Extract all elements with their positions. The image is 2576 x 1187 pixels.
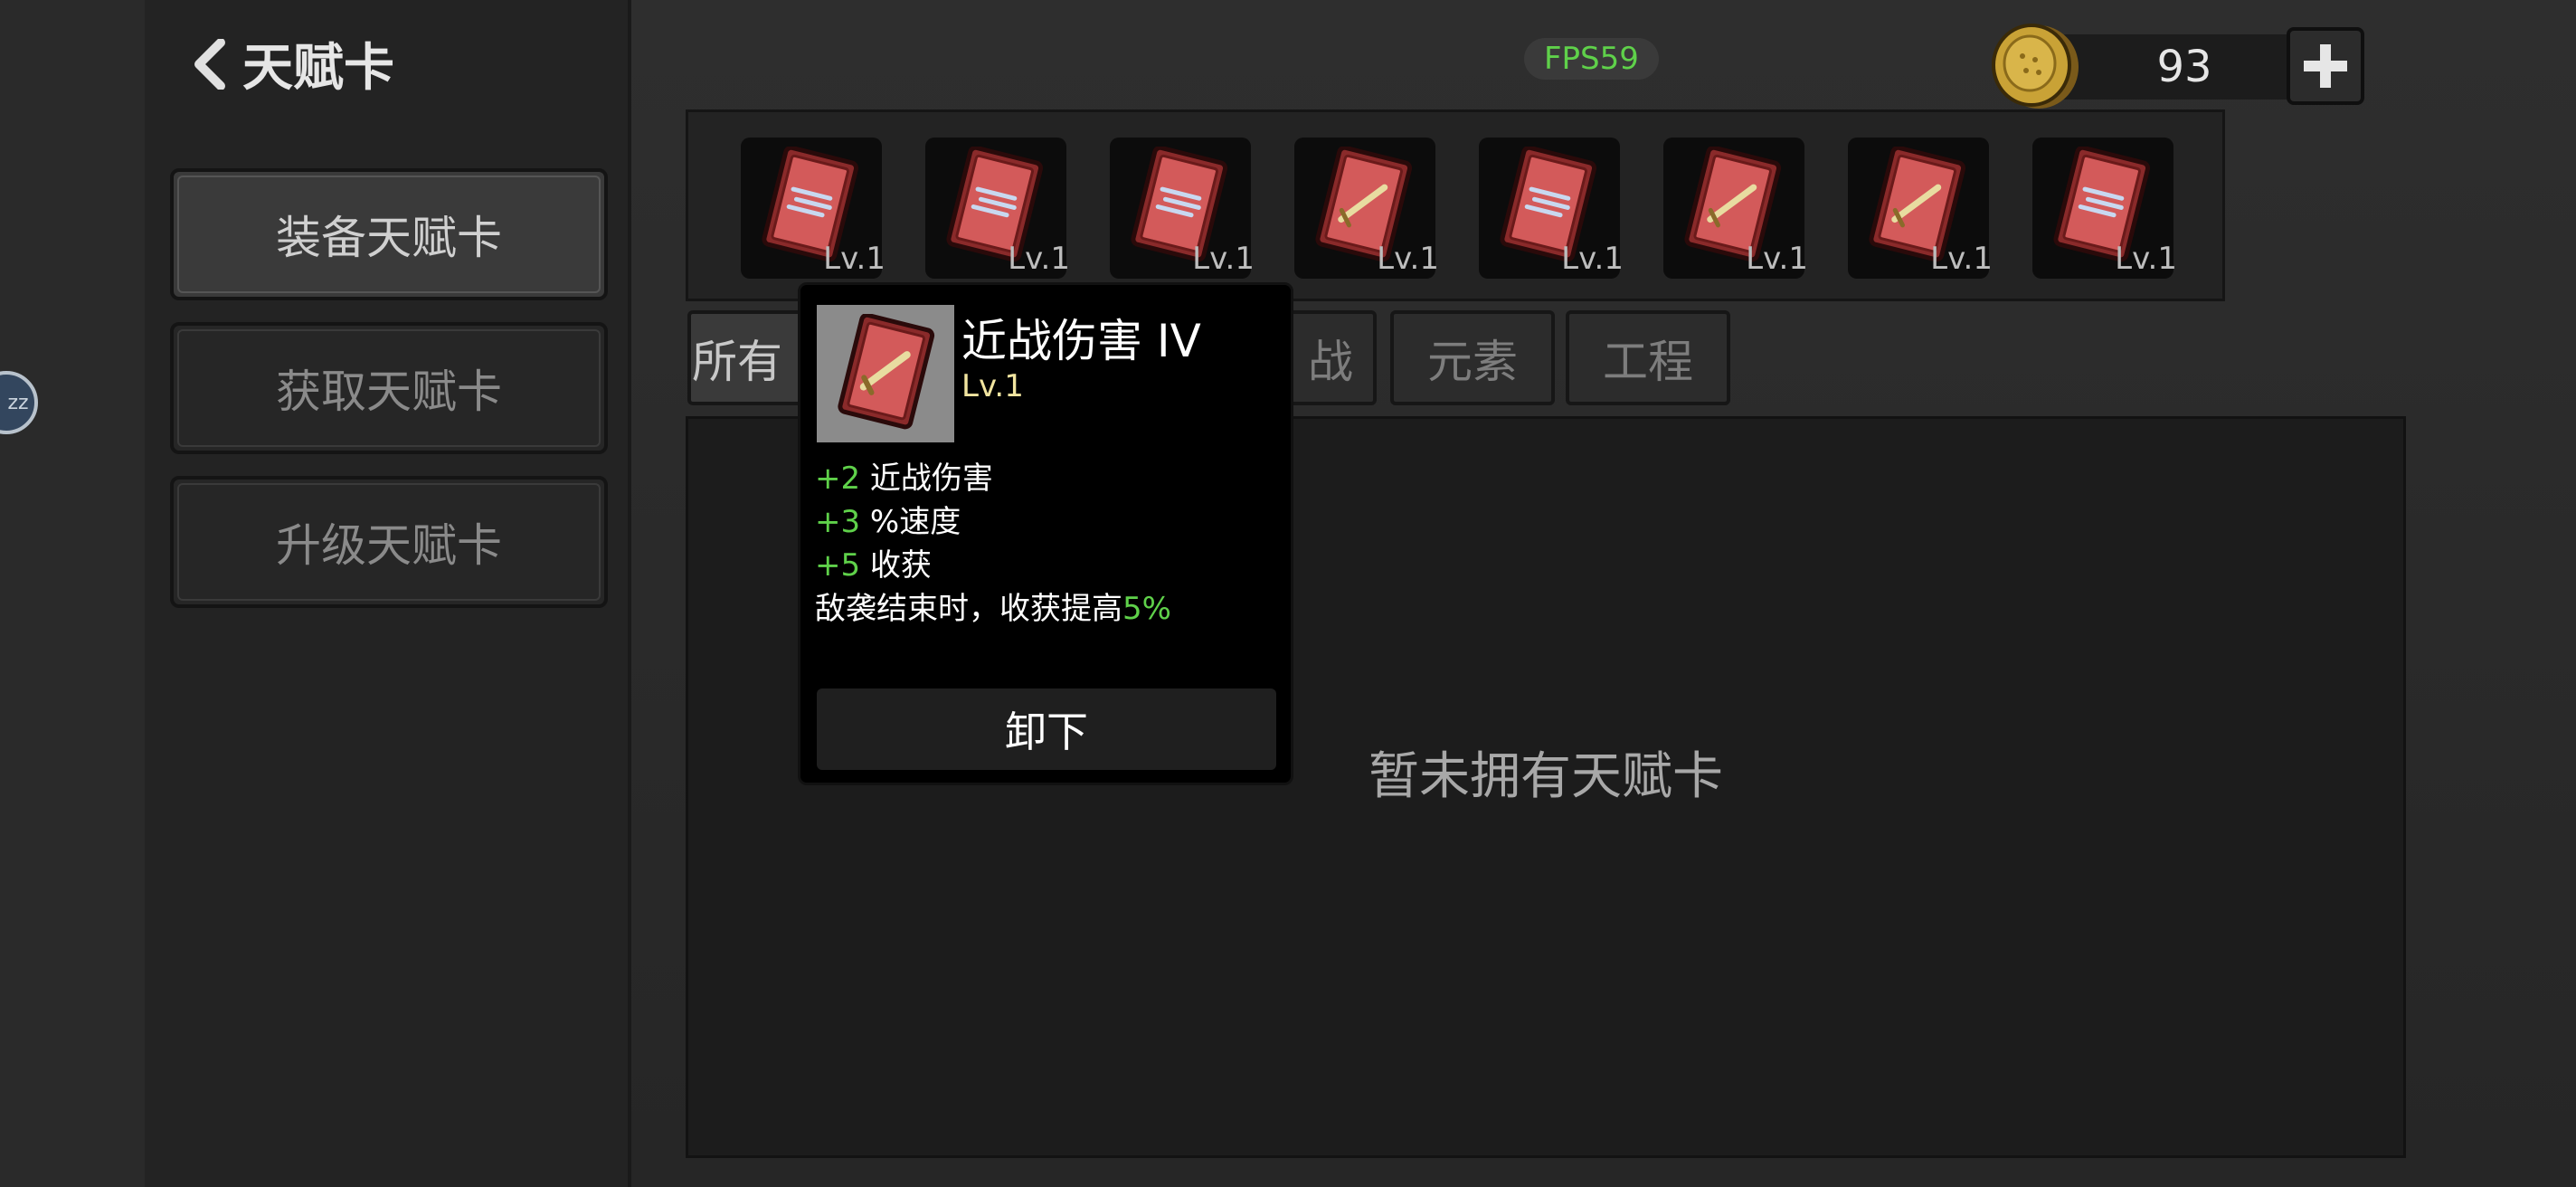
equipped-card-slot[interactable]: Lv.1 bbox=[1663, 138, 1808, 279]
card-level-label: Lv.1 bbox=[1930, 241, 1993, 277]
stat-label: 近战伤害 bbox=[860, 461, 993, 497]
equipped-card-slot[interactable]: Lv.1 bbox=[741, 138, 886, 279]
stat-value: +2 bbox=[815, 461, 861, 497]
tab-engineering[interactable]: 工程 bbox=[1566, 310, 1730, 405]
sidebar-item-upgrade[interactable]: 升级天赋卡 bbox=[170, 476, 608, 608]
effect-value: 5% bbox=[1122, 591, 1171, 627]
sidebar-item-label: 升级天赋卡 bbox=[276, 519, 502, 572]
back-button[interactable]: 天赋卡 bbox=[190, 27, 394, 100]
sidebar: 天赋卡 装备天赋卡 获取天赋卡 升级天赋卡 bbox=[145, 0, 631, 1187]
stat-label: %速度 bbox=[860, 504, 961, 540]
equipped-card-slot[interactable]: Lv.1 bbox=[1479, 138, 1624, 279]
unequip-button[interactable]: 卸下 bbox=[817, 688, 1276, 770]
card-level-label: Lv.1 bbox=[2115, 241, 2177, 277]
card-level-label: Lv.1 bbox=[1746, 241, 1808, 277]
currency-amount: 93 bbox=[2156, 42, 2212, 92]
equipped-card-slot[interactable]: Lv.1 bbox=[1848, 138, 1993, 279]
fps-counter: FPS59 bbox=[1524, 38, 1659, 80]
stat-value: +3 bbox=[815, 504, 861, 540]
tab-element[interactable]: 元素 bbox=[1390, 310, 1555, 405]
card-level-label: Lv.1 bbox=[1008, 241, 1070, 277]
floating-bubble-label: zz bbox=[7, 391, 29, 414]
tab-label: 工程 bbox=[1603, 335, 1693, 388]
stat-line: +2 近战伤害 bbox=[815, 457, 1171, 500]
effect-text: 敌袭结束时，收获提高 bbox=[815, 591, 1122, 627]
stat-line: +5 收获 bbox=[815, 544, 1171, 587]
sidebar-item-equip[interactable]: 装备天赋卡 bbox=[170, 168, 608, 300]
sidebar-item-label: 装备天赋卡 bbox=[276, 212, 502, 264]
equipped-cards-strip: Lv.1 Lv.1 Lv.1 Lv.1 Lv.1 Lv.1 Lv.1 Lv.1 bbox=[686, 109, 2225, 301]
stat-label: 收获 bbox=[860, 547, 932, 584]
sidebar-item-obtain[interactable]: 获取天赋卡 bbox=[170, 322, 608, 454]
stat-line: +3 %速度 bbox=[815, 500, 1171, 544]
coin-icon bbox=[1988, 20, 2080, 112]
equipped-card-slot[interactable]: Lv.1 bbox=[925, 138, 1070, 279]
card-level-label: Lv.1 bbox=[823, 241, 886, 277]
sidebar-item-label: 获取天赋卡 bbox=[276, 366, 502, 418]
tab-label: 元素 bbox=[1427, 335, 1518, 388]
stat-value: +5 bbox=[815, 547, 861, 584]
card-thumbnail bbox=[817, 305, 954, 442]
add-currency-button[interactable] bbox=[2287, 27, 2364, 105]
card-title: 近战伤害 IV bbox=[961, 315, 1201, 367]
equipped-card-slot[interactable]: Lv.1 bbox=[1294, 138, 1439, 279]
card-detail-popup: 近战伤害 IV Lv.1 +2 近战伤害 +3 %速度 +5 收获 敌袭结束时，… bbox=[798, 282, 1293, 785]
page-title: 天赋卡 bbox=[242, 39, 394, 98]
card-stats: +2 近战伤害 +3 %速度 +5 收获 敌袭结束时，收获提高5% bbox=[815, 457, 1171, 631]
effect-line: 敌袭结束时，收获提高5% bbox=[815, 587, 1171, 631]
left-gutter bbox=[0, 0, 145, 1187]
card-level: Lv.1 bbox=[961, 368, 1024, 404]
card-level-label: Lv.1 bbox=[1377, 241, 1439, 277]
chevron-left-icon bbox=[190, 38, 230, 90]
card-level-label: Lv.1 bbox=[1561, 241, 1624, 277]
equipped-card-slot[interactable]: Lv.1 bbox=[2032, 138, 2177, 279]
plus-icon bbox=[2304, 44, 2347, 88]
sword-card-icon bbox=[838, 314, 935, 430]
screen: zz 天赋卡 装备天赋卡 获取天赋卡 升级天赋卡 FPS59 93 Lv.1 L… bbox=[0, 0, 2576, 1187]
equipped-card-slot[interactable]: Lv.1 bbox=[1110, 138, 1255, 279]
card-level-label: Lv.1 bbox=[1192, 241, 1255, 277]
